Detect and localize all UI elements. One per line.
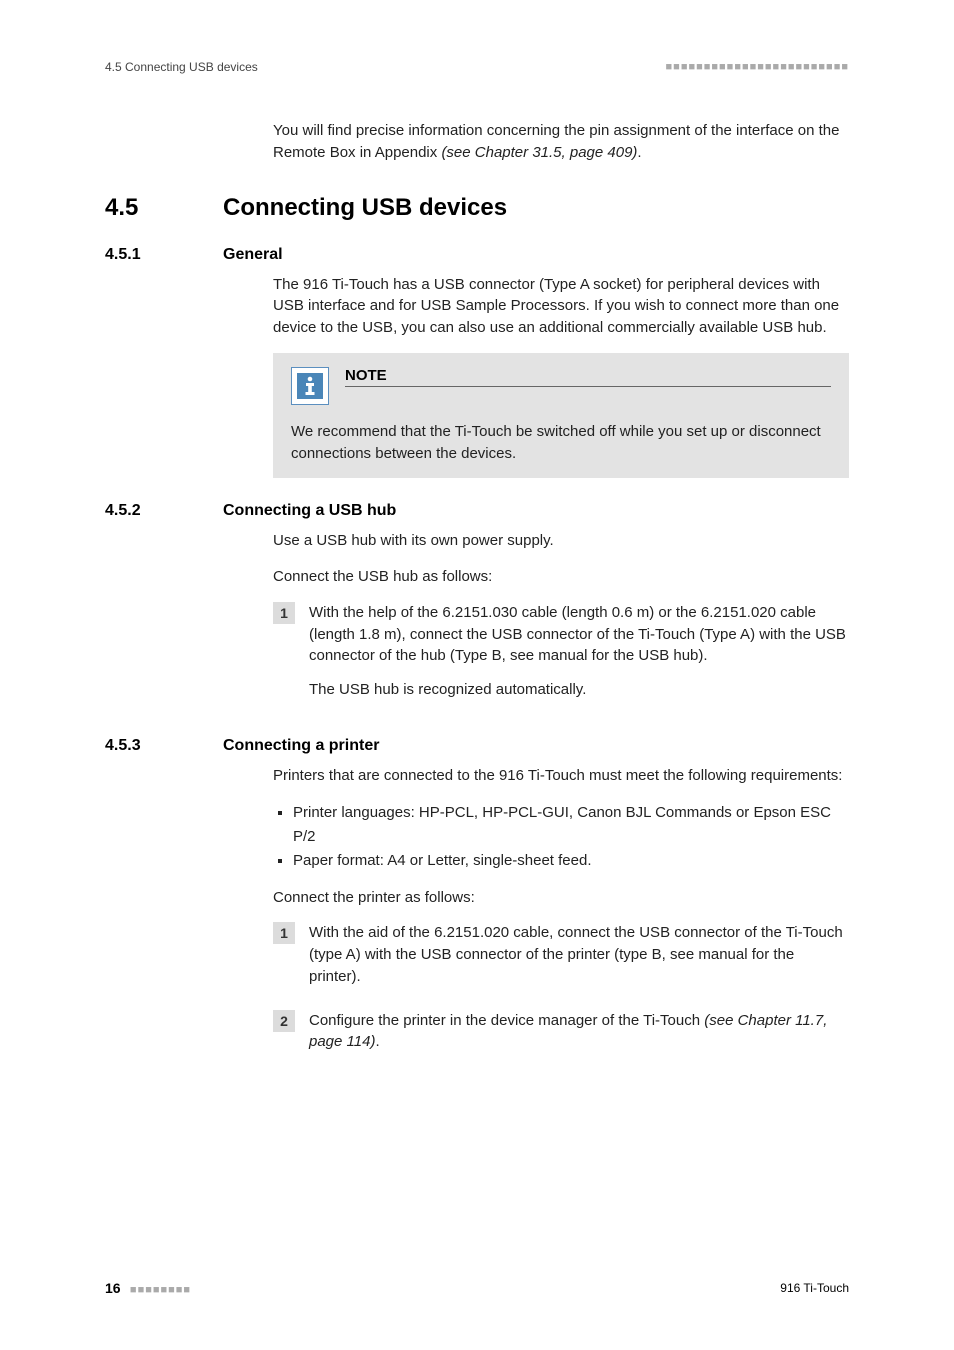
sec453-step2-dot: . bbox=[375, 1033, 379, 1050]
heading-4-5-title: Connecting USB devices bbox=[223, 194, 507, 222]
footer-decor: ■■■■■■■■ bbox=[130, 1284, 191, 1296]
note-box: NOTE We recommend that the Ti-Touch be s… bbox=[273, 353, 849, 479]
sec453-body: Printers that are connected to the 916 T… bbox=[273, 765, 849, 909]
sec453-step2-text: Configure the printer in the device mana… bbox=[309, 1010, 849, 1054]
sec452-step1-b: The USB hub is recognized automatically. bbox=[309, 679, 849, 701]
heading-4-5-1-title: General bbox=[223, 246, 283, 264]
heading-4-5-2-num: 4.5.2 bbox=[105, 502, 175, 520]
step-number: 1 bbox=[273, 602, 295, 624]
note-label: NOTE bbox=[345, 367, 831, 387]
sec452-body: Use a USB hub with its own power supply.… bbox=[273, 530, 849, 588]
header-section-ref: 4.5 Connecting USB devices bbox=[105, 60, 258, 74]
sec453-step2: 2 Configure the printer in the device ma… bbox=[273, 1010, 849, 1066]
sec452-step1-a: With the help of the 6.2151.030 cable (l… bbox=[309, 602, 849, 667]
req-item-1: Printer languages: HP-PCL, HP-PCL-GUI, C… bbox=[293, 801, 849, 849]
sec452-p2: Connect the USB hub as follows: bbox=[273, 566, 849, 588]
intro-crossref: (see Chapter 31.5, page 409) bbox=[441, 144, 637, 161]
footer-product: 916 Ti-Touch bbox=[780, 1281, 849, 1295]
step-number: 2 bbox=[273, 1010, 295, 1032]
heading-4-5-3-title: Connecting a printer bbox=[223, 737, 379, 755]
header-decor: ■■■■■■■■■■■■■■■■■■■■■■■■ bbox=[666, 61, 849, 73]
heading-4-5-2: 4.5.2 Connecting a USB hub bbox=[105, 502, 849, 520]
sec452-step1: 1 With the help of the 6.2151.030 cable … bbox=[273, 602, 849, 713]
sec451-body: The 916 Ti-Touch has a USB connector (Ty… bbox=[273, 274, 849, 339]
heading-4-5-1: 4.5.1 General bbox=[105, 246, 849, 264]
step-number: 1 bbox=[273, 922, 295, 944]
sec453-p1: Printers that are connected to the 916 T… bbox=[273, 765, 849, 787]
heading-4-5-1-num: 4.5.1 bbox=[105, 246, 175, 264]
sec453-step2-a: Configure the printer in the device mana… bbox=[309, 1012, 704, 1029]
heading-4-5: 4.5 Connecting USB devices bbox=[105, 194, 849, 222]
page-header: 4.5 Connecting USB devices ■■■■■■■■■■■■■… bbox=[105, 60, 849, 74]
requirements-list: Printer languages: HP-PCL, HP-PCL-GUI, C… bbox=[273, 801, 849, 873]
page-number: 16 bbox=[105, 1280, 121, 1296]
page-footer: 16 ■■■■■■■■ 916 Ti-Touch bbox=[105, 1280, 849, 1296]
sec453-p2: Connect the printer as follows: bbox=[273, 887, 849, 909]
sec453-step1-text: With the aid of the 6.2151.020 cable, co… bbox=[309, 922, 849, 987]
sec453-step1: 1 With the aid of the 6.2151.020 cable, … bbox=[273, 922, 849, 999]
heading-4-5-2-title: Connecting a USB hub bbox=[223, 502, 396, 520]
sec452-p1: Use a USB hub with its own power supply. bbox=[273, 530, 849, 552]
heading-4-5-num: 4.5 bbox=[105, 194, 175, 222]
intro-terminator: . bbox=[637, 144, 641, 161]
sec451-p1: The 916 Ti-Touch has a USB connector (Ty… bbox=[273, 274, 849, 339]
heading-4-5-3-num: 4.5.3 bbox=[105, 737, 175, 755]
req-item-2: Paper format: A4 or Letter, single-sheet… bbox=[293, 849, 849, 873]
heading-4-5-3: 4.5.3 Connecting a printer bbox=[105, 737, 849, 755]
info-icon bbox=[291, 367, 329, 405]
intro-paragraph: You will find precise information concer… bbox=[273, 120, 849, 164]
note-body: We recommend that the Ti-Touch be switch… bbox=[291, 421, 831, 465]
